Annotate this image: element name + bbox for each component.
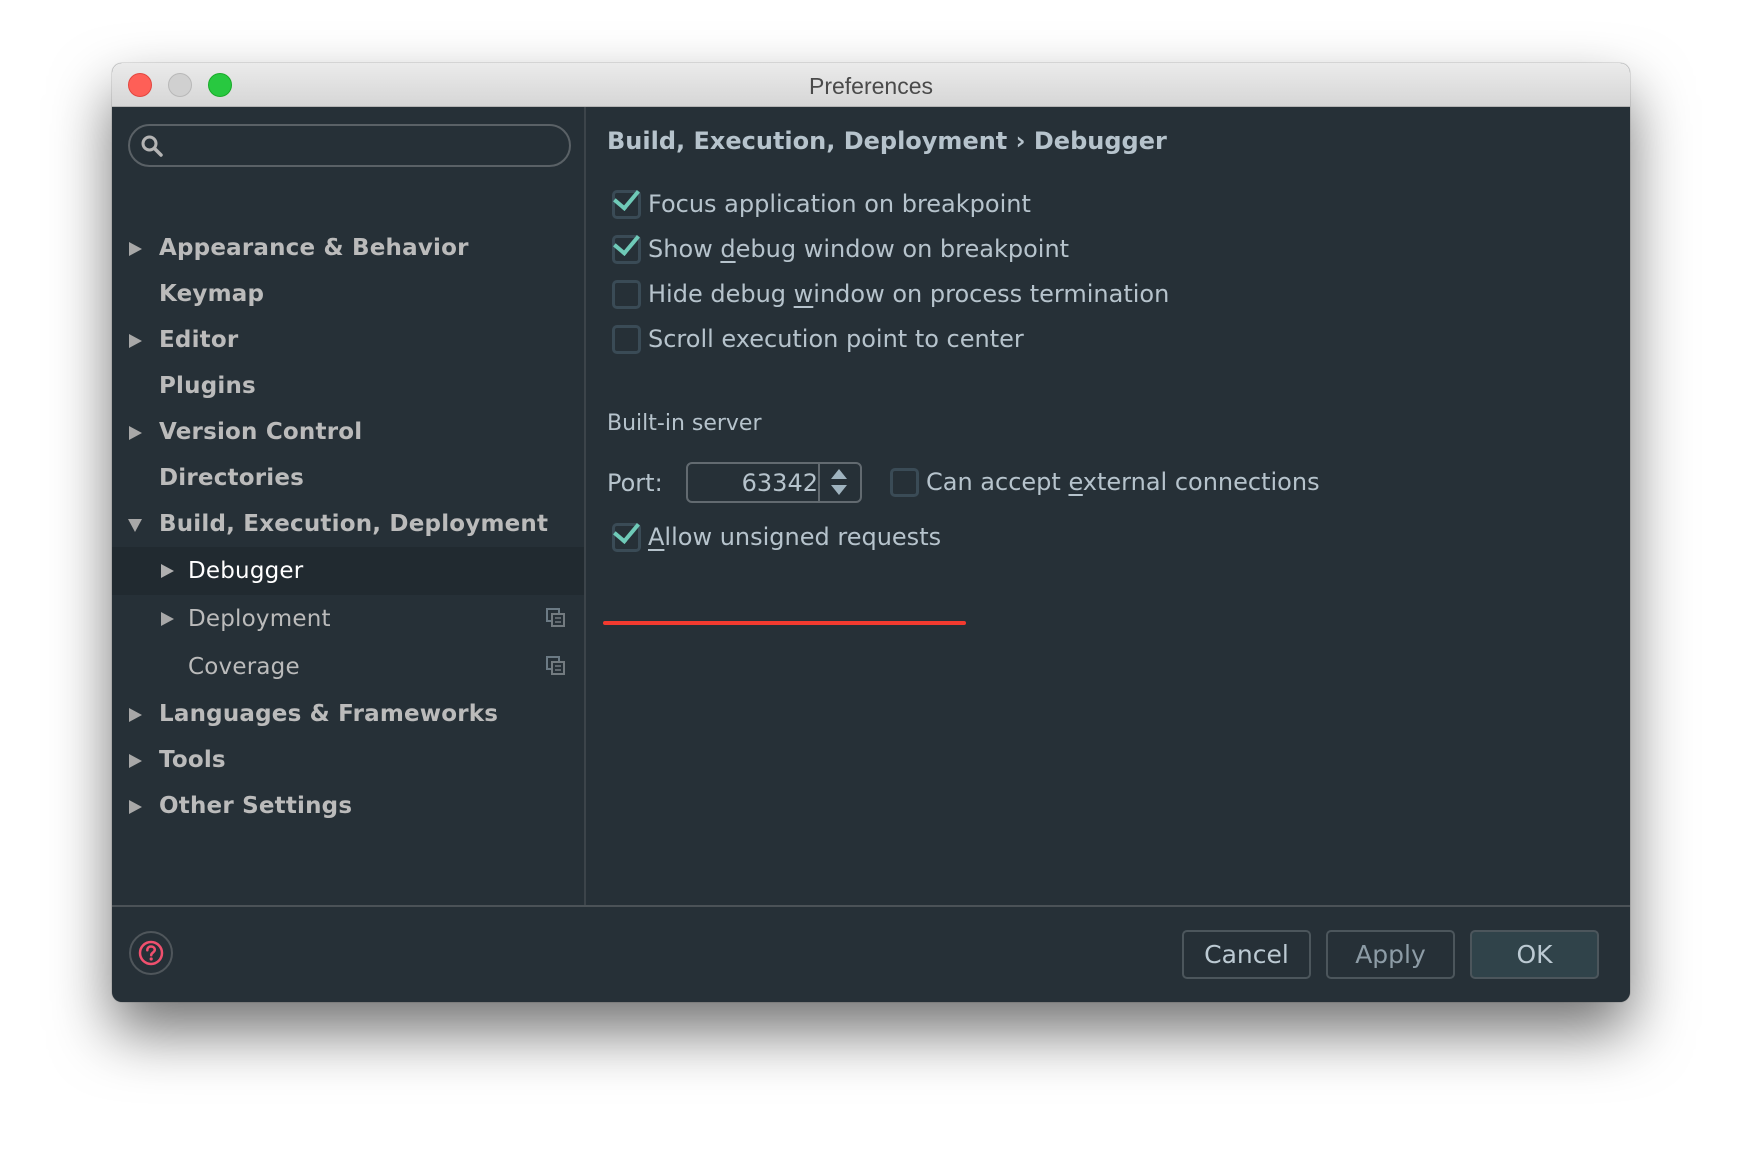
footer-divider <box>112 905 1630 907</box>
debugger-settings-panel: Build, Execution, Deployment › Debugger … <box>586 107 1630 905</box>
settings-search-input[interactable] <box>128 124 571 167</box>
expand-arrow-icon[interactable] <box>129 754 142 768</box>
sidebar-item-deployment[interactable]: Deployment <box>112 595 584 643</box>
checkmark-icon <box>613 182 640 212</box>
sidebar-item-keymap[interactable]: Keymap <box>112 271 584 317</box>
port-stepper[interactable] <box>818 464 860 501</box>
cancel-button[interactable]: Cancel <box>1182 930 1311 979</box>
sidebar-item-coverage[interactable]: Coverage <box>112 643 584 691</box>
checkbox-unchecked[interactable] <box>612 325 641 354</box>
preferences-window: Preferences Appearance & Behavior Keymap… <box>112 63 1630 1002</box>
project-settings-icon <box>546 608 565 627</box>
project-settings-icon <box>546 656 565 675</box>
expand-arrow-icon[interactable] <box>129 242 142 256</box>
checkbox-checked[interactable] <box>612 182 641 219</box>
expand-arrow-icon[interactable] <box>129 334 142 348</box>
port-input[interactable]: 63342 <box>742 467 818 499</box>
checkbox-unchecked[interactable] <box>612 280 641 309</box>
sidebar-item-build-execution-deployment[interactable]: Build, Execution, Deployment <box>112 501 584 547</box>
help-icon <box>138 940 164 966</box>
decrement-arrow-icon[interactable] <box>831 485 847 495</box>
help-button[interactable] <box>129 931 173 975</box>
checkbox-unchecked[interactable] <box>890 468 919 497</box>
expand-arrow-icon[interactable] <box>129 708 142 722</box>
checkbox-checked[interactable] <box>612 515 641 552</box>
expand-arrow-icon[interactable] <box>161 564 174 578</box>
checkmark-icon <box>613 227 640 257</box>
port-spinner[interactable]: 63342 <box>686 462 862 503</box>
expand-arrow-icon[interactable] <box>161 612 174 626</box>
increment-arrow-icon[interactable] <box>831 469 847 479</box>
expand-arrow-icon[interactable] <box>129 800 142 814</box>
sidebar-item-editor[interactable]: Editor <box>112 317 584 363</box>
sidebar-item-appearance-behavior[interactable]: Appearance & Behavior <box>112 225 584 271</box>
checkmark-icon <box>613 515 640 545</box>
breadcrumb: Build, Execution, Deployment › Debugger <box>607 127 1167 155</box>
expand-arrow-icon[interactable] <box>129 426 142 440</box>
sidebar-item-tools[interactable]: Tools <box>112 737 584 783</box>
sidebar-item-directories[interactable]: Directories <box>112 455 584 501</box>
title-bar: Preferences <box>112 63 1630 107</box>
window-title: Preferences <box>808 73 933 99</box>
sidebar-item-other-settings[interactable]: Other Settings <box>112 783 584 829</box>
checkbox-checked[interactable] <box>612 227 641 264</box>
sidebar-item-version-control[interactable]: Version Control <box>112 409 584 455</box>
highlight-underline <box>603 621 966 625</box>
sidebar-item-languages-frameworks[interactable]: Languages & Frameworks <box>112 691 584 737</box>
collapse-arrow-icon[interactable] <box>128 519 142 532</box>
apply-button[interactable]: Apply <box>1326 930 1455 979</box>
sidebar-item-debugger[interactable]: Debugger <box>112 547 584 595</box>
ok-button[interactable]: OK <box>1470 930 1599 979</box>
settings-sidebar: Appearance & Behavior Keymap Editor Plug… <box>112 107 586 905</box>
search-icon <box>141 135 163 157</box>
built-in-server-section-label: Built-in server <box>607 411 762 436</box>
port-label: Port: <box>607 469 663 497</box>
sidebar-item-plugins[interactable]: Plugins <box>112 363 584 409</box>
